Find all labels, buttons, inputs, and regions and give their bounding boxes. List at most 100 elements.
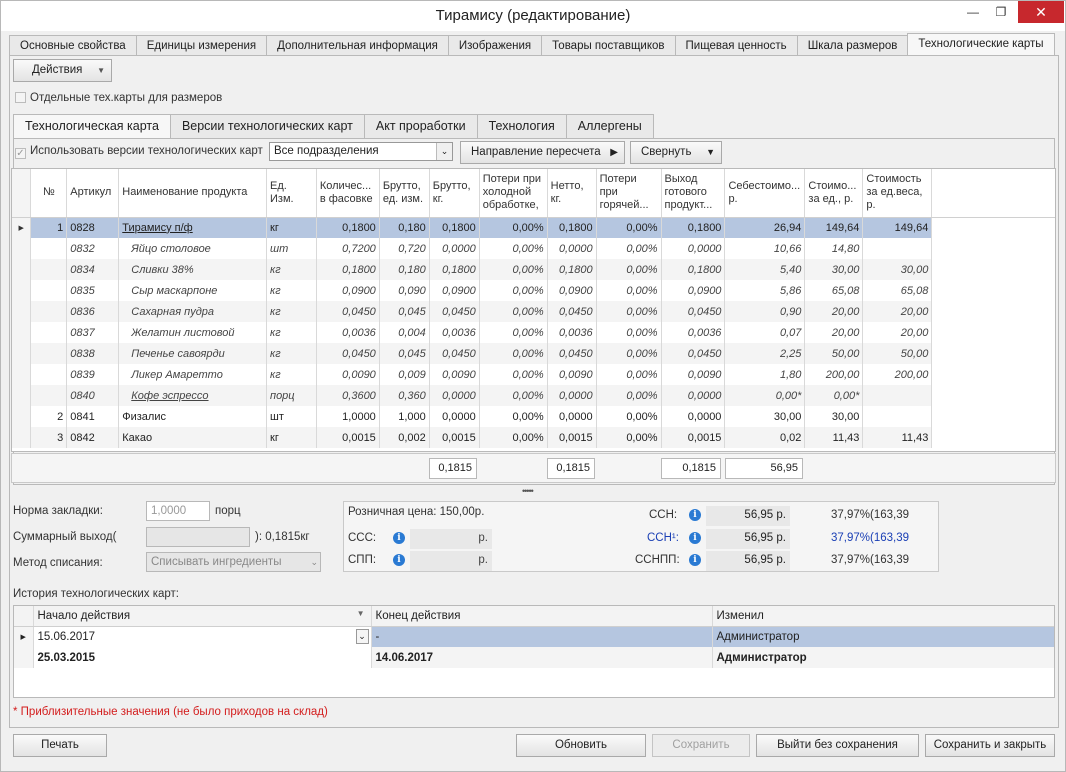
cell-unit[interactable]: шт [266, 238, 317, 259]
cell-unit[interactable]: кг [266, 301, 317, 322]
cell-name[interactable]: Яйцо столовое [118, 238, 268, 259]
cell-price-w[interactable]: 20,00 [862, 322, 933, 343]
cell-gross-u[interactable]: 0,045 [379, 343, 430, 364]
cell-gross-kg[interactable]: 0,0450 [429, 343, 480, 364]
cell-num[interactable]: 3 [30, 427, 68, 448]
tab-tech-card[interactable]: Технологическая карта [13, 114, 171, 139]
col-header-code[interactable]: Артикул [66, 169, 120, 218]
cell-gross-u[interactable]: 0,360 [379, 385, 430, 406]
cell-num[interactable] [30, 385, 68, 406]
norm-input[interactable]: 1,0000 [146, 501, 210, 521]
dropdown-icon[interactable]: ⌄ [355, 628, 369, 644]
cell-price-w[interactable] [862, 385, 933, 406]
cell-qty[interactable]: 0,3600 [316, 385, 380, 406]
cell-code[interactable]: 0837 [66, 322, 120, 343]
cell-unit[interactable]: шт [266, 406, 317, 427]
history-col-start[interactable]: Начало действия ▼ [33, 606, 372, 627]
cell-hot[interactable]: 0,00% [596, 364, 662, 385]
cell-gross-u[interactable]: 0,180 [379, 259, 430, 280]
tab-technology[interactable]: Технология [476, 114, 567, 138]
history-col-end[interactable]: Конец действия [371, 606, 713, 627]
cell-code[interactable]: 0839 [66, 364, 120, 385]
cell-price-u[interactable]: 11,43 [804, 427, 864, 448]
cell-gross-kg[interactable]: 0,0450 [429, 301, 480, 322]
cell-code[interactable]: 0834 [66, 259, 120, 280]
cell-out[interactable]: 0,0036 [661, 322, 726, 343]
cell-price-u[interactable]: 30,00 [804, 259, 864, 280]
tab-images[interactable]: Изображения [447, 35, 543, 57]
actions-button[interactable]: Действия ▼ [13, 59, 112, 82]
col-header-cost[interactable]: Себестоимо... р. [724, 169, 806, 218]
cell-price-w[interactable]: 20,00 [862, 301, 933, 322]
exit-without-saving-button[interactable]: Выйти без сохранения [756, 734, 919, 757]
cell-name[interactable]: Кофе эспрессо [118, 385, 268, 406]
cell-gross-kg[interactable]: 0,0000 [429, 406, 480, 427]
tab-tech-cards[interactable]: Технологические карты [907, 33, 1055, 57]
cell-cost[interactable]: 0,90 [724, 301, 806, 322]
cell-num[interactable] [30, 364, 68, 385]
info-icon[interactable]: i [689, 532, 701, 544]
cell-gross-kg[interactable]: 0,0000 [429, 238, 480, 259]
cell-cost[interactable]: 2,25 [724, 343, 806, 364]
cell-qty[interactable]: 0,0900 [316, 280, 380, 301]
writeoff-select[interactable]: Списывать ингредиенты ⌄ [146, 552, 321, 572]
cell-price-u[interactable]: 20,00 [804, 301, 864, 322]
cell-num[interactable] [30, 259, 68, 280]
cell-out[interactable]: 0,0090 [661, 364, 726, 385]
history-start-cell[interactable]: 25.03.2015 [33, 647, 372, 668]
cell-net[interactable]: 0,1800 [547, 217, 597, 238]
cell-price-w[interactable]: 65,08 [862, 280, 933, 301]
history-by-cell[interactable]: Администратор [712, 626, 1054, 647]
cell-hot[interactable]: 0,00% [596, 343, 662, 364]
cell-name[interactable]: Физалис [118, 406, 268, 427]
cell-qty[interactable]: 0,1800 [316, 217, 380, 238]
cell-cost[interactable]: 1,80 [724, 364, 806, 385]
cell-out[interactable]: 0,0450 [661, 343, 726, 364]
cell-cold[interactable]: 0,00% [479, 343, 548, 364]
cell-code[interactable]: 0842 [66, 427, 120, 448]
cell-num[interactable] [30, 280, 68, 301]
cell-gross-u[interactable]: 0,180 [379, 217, 430, 238]
col-header-price-unit[interactable]: Стоимо... за ед., р. [804, 169, 864, 218]
cell-hot[interactable]: 0,00% [596, 322, 662, 343]
cell-price-w[interactable]: 30,00 [862, 259, 933, 280]
cell-qty[interactable]: 1,0000 [316, 406, 380, 427]
table-row[interactable]: 0836 Сахарная пудра кг 0,0450 0,045 0,0450 0,0… [12, 301, 1055, 322]
cell-net[interactable]: 0,0450 [547, 343, 597, 364]
cell-out[interactable]: 0,0000 [661, 406, 726, 427]
history-end-cell[interactable]: 14.06.2017 [371, 647, 713, 668]
cell-net[interactable]: 0,0000 [547, 385, 597, 406]
col-header-output[interactable]: Выход готового продукт... [661, 169, 726, 218]
cell-price-w[interactable] [862, 238, 933, 259]
info-icon[interactable]: i [393, 532, 405, 544]
cell-gross-u[interactable]: 0,720 [379, 238, 430, 259]
cell-num[interactable]: 2 [30, 406, 68, 427]
cell-out[interactable]: 0,0000 [661, 238, 726, 259]
col-header-gross-kg[interactable]: Брутто, кг. [429, 169, 480, 218]
cell-gross-kg[interactable]: 0,0015 [429, 427, 480, 448]
cell-gross-u[interactable]: 0,045 [379, 301, 430, 322]
tab-units[interactable]: Единицы измерения [135, 35, 268, 57]
table-row[interactable]: 0838 Печенье савоярди кг 0,0450 0,045 0,0450 0… [12, 343, 1055, 364]
use-versions-option[interactable]: Использовать версии технологических карт [15, 145, 263, 159]
cell-net[interactable]: 0,0000 [547, 406, 597, 427]
cell-hot[interactable]: 0,00% [596, 259, 662, 280]
cell-out[interactable]: 0,1800 [661, 217, 726, 238]
cell-price-u[interactable]: 14,80 [804, 238, 864, 259]
cell-price-u[interactable]: 20,00 [804, 322, 864, 343]
cell-code[interactable]: 0836 [66, 301, 120, 322]
cell-cost[interactable]: 0,02 [724, 427, 806, 448]
table-row[interactable]: 3 0842 Какао кг 0,0015 0,002 0,0015 0,00% 0,0015… [12, 427, 1055, 448]
cell-cost[interactable]: 0,07 [724, 322, 806, 343]
refresh-button[interactable]: Обновить [516, 734, 646, 757]
maximize-button[interactable]: ❐ [987, 1, 1015, 23]
total-output-input[interactable] [146, 527, 250, 547]
cell-cold[interactable]: 0,00% [479, 301, 548, 322]
cell-cost[interactable]: 0,00* [724, 385, 806, 406]
cell-price-u[interactable]: 50,00 [804, 343, 864, 364]
cell-cold[interactable]: 0,00% [479, 364, 548, 385]
table-row[interactable]: 0832 Яйцо столовое шт 0,7200 0,720 0,0000 0,00… [12, 238, 1055, 259]
cell-price-u[interactable]: 30,00 [804, 406, 864, 427]
cell-price-w[interactable]: 200,00 [862, 364, 933, 385]
col-header-num[interactable]: № [30, 169, 68, 218]
